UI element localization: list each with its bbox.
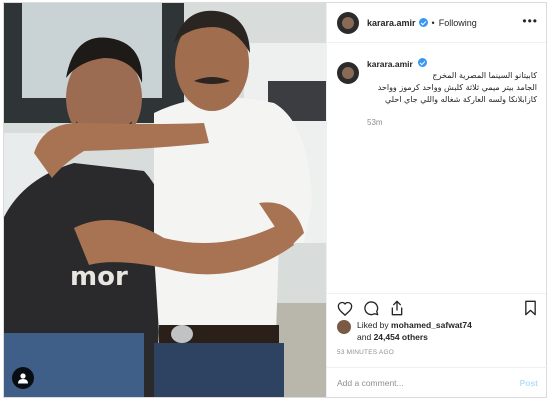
- likes-text: Liked by mohamed_safwat74 and 24,454 oth…: [357, 319, 472, 343]
- post-side-panel: karara.amir • Following ••• karara.amir …: [326, 3, 548, 397]
- follow-status-button[interactable]: Following: [439, 18, 477, 28]
- likes-summary: Liked by mohamed_safwat74 and 24,454 oth…: [337, 319, 472, 343]
- liked-by-count-link[interactable]: 24,454 others: [374, 332, 428, 342]
- header-separator: •: [431, 17, 435, 28]
- post-timestamp[interactable]: 53 MINUTES AGO: [337, 349, 394, 356]
- caption-body: karara.amir كابيتانو السينما المصرية الم…: [367, 58, 537, 127]
- caption-verified-badge-icon: [418, 58, 428, 67]
- caption-author-avatar[interactable]: [337, 62, 359, 84]
- author-avatar[interactable]: [337, 11, 359, 34]
- caption-header: karara.amir: [367, 58, 537, 70]
- liked-by-user-link[interactable]: mohamed_safwat74: [391, 320, 472, 330]
- photo-illustration: mor: [4, 3, 326, 397]
- more-icon[interactable]: •••: [522, 15, 538, 27]
- share-icon[interactable]: [387, 298, 407, 318]
- post-header: karara.amir • Following •••: [327, 3, 548, 43]
- caption-text-line-3: كازابلانكا ولسه العاركة شغاله واللي جاي …: [384, 95, 537, 104]
- instagram-post: mor karara.amir • Following ••• karara.a…: [3, 2, 548, 398]
- add-comment-bar: Post: [327, 367, 548, 397]
- caption-text-line-2: الجامد بيتر ميمي ثلاثة كلبش وواحد كرموز …: [377, 83, 537, 92]
- verified-badge-icon: [418, 18, 428, 27]
- caption-username[interactable]: karara.amir: [367, 59, 413, 69]
- user-tag-icon[interactable]: [12, 367, 34, 389]
- liked-by-prefix: Liked by: [357, 320, 389, 330]
- liked-by-and: and: [357, 332, 372, 342]
- tshirt-print: mor: [70, 262, 128, 292]
- liker-avatar[interactable]: [337, 320, 351, 334]
- author-username[interactable]: karara.amir: [367, 18, 416, 28]
- post-photo[interactable]: mor: [4, 3, 326, 397]
- bookmark-icon[interactable]: [520, 298, 540, 318]
- caption-text-line-1: كابيتانو السينما المصرية المخرج: [432, 71, 537, 80]
- caption-age: 53m: [367, 118, 383, 127]
- comment-icon[interactable]: [361, 298, 381, 318]
- comment-input[interactable]: [337, 377, 520, 388]
- caption: karara.amir كابيتانو السينما المصرية الم…: [337, 58, 542, 127]
- heart-icon[interactable]: [335, 298, 355, 318]
- post-comment-button[interactable]: Post: [520, 378, 538, 388]
